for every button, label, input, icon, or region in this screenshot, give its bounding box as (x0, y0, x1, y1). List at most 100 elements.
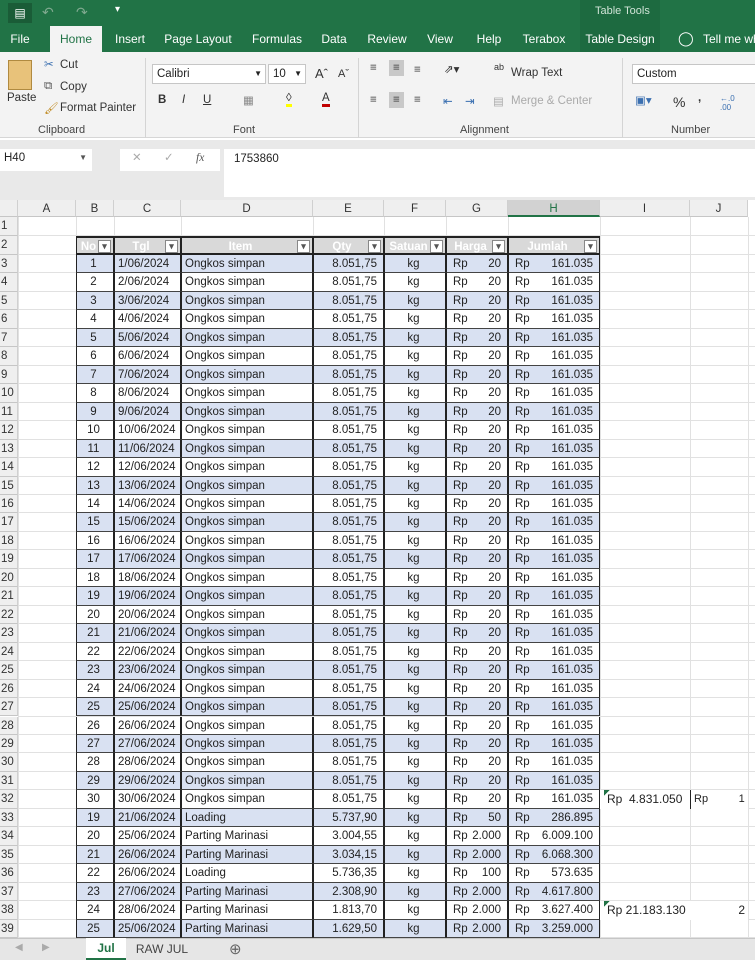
row-header[interactable]: 32 (0, 790, 18, 809)
cell-no[interactable]: 14 (76, 494, 114, 514)
row-header[interactable]: 11 (0, 402, 18, 422)
cell-tgl[interactable]: 29/06/2024 (114, 771, 181, 791)
cell-item[interactable]: Ongkos simpan (181, 790, 313, 809)
cell-no[interactable]: 20 (76, 827, 114, 846)
cell-jumlah[interactable]: Rp 161.035 (508, 513, 600, 532)
cell-qty[interactable]: 8.051,75 (313, 310, 384, 329)
save-icon[interactable]: ▤ (8, 3, 32, 23)
cell-jumlah[interactable]: Rp 161.035 (508, 734, 600, 754)
cell-jumlah[interactable]: Rp 161.035 (508, 458, 600, 477)
row-header[interactable]: 7 (0, 328, 18, 348)
accounting-format-icon[interactable]: ▣▾ (635, 93, 652, 107)
row-header[interactable]: 25 (0, 661, 18, 680)
cell-jumlah[interactable]: Rp 573.635 (508, 864, 600, 883)
cell-no[interactable]: 19 (76, 587, 114, 606)
cell-tgl[interactable]: 28/06/2024 (114, 753, 181, 772)
cell-satuan[interactable]: kg (384, 827, 446, 846)
worksheet-grid[interactable]: A B C D E F G H I J 1 2 3 4 5 6 7 8 9 10 11 12 13 14 15 16 17 18 19 2… (0, 200, 755, 938)
cell-tgl[interactable]: 6/06/2024 (114, 347, 181, 366)
row-header[interactable]: 4 (0, 273, 18, 292)
cell-qty[interactable]: 8.051,75 (313, 531, 384, 551)
row-header[interactable]: 17 (0, 513, 18, 532)
cell-harga[interactable]: Rp 2.000 (446, 845, 508, 865)
cell-item[interactable]: Ongkos simpan (181, 328, 313, 348)
cell-qty[interactable]: 1.629,50 (313, 919, 384, 938)
cell-qty[interactable]: 8.051,75 (313, 753, 384, 772)
row-header[interactable]: 1 (0, 217, 18, 236)
align-right-icon[interactable]: ≡ (414, 94, 421, 106)
cell-harga[interactable]: Rp 100 (446, 864, 508, 883)
cell-satuan[interactable]: kg (384, 901, 446, 920)
cell-tgl[interactable]: 16/06/2024 (114, 531, 181, 551)
cell-no[interactable]: 11 (76, 439, 114, 459)
cell-harga[interactable]: Rp 20 (446, 439, 508, 459)
cell-i38[interactable]: Rp 21.183.130 (600, 901, 690, 920)
cell-tgl[interactable]: 12/06/2024 (114, 458, 181, 477)
cell-harga[interactable]: Rp 20 (446, 605, 508, 625)
cell-harga[interactable]: Rp 20 (446, 568, 508, 588)
row-header[interactable]: 8 (0, 347, 18, 366)
cell-satuan[interactable]: kg (384, 661, 446, 680)
row-header[interactable]: 5 (0, 291, 18, 311)
cell-item[interactable]: Ongkos simpan (181, 365, 313, 385)
cell-satuan[interactable]: kg (384, 402, 446, 422)
row-header[interactable]: 33 (0, 808, 18, 828)
cell-tgl[interactable]: 21/06/2024 (114, 624, 181, 643)
cell-tgl[interactable]: 18/06/2024 (114, 568, 181, 588)
cell-item[interactable]: Ongkos simpan (181, 605, 313, 625)
cell-j38[interactable]: 2 (690, 901, 748, 920)
cell-no[interactable]: 10 (76, 421, 114, 440)
cell-item[interactable]: Ongkos simpan (181, 255, 313, 274)
row-header[interactable]: 39 (0, 919, 18, 938)
cell-tgl[interactable]: 24/06/2024 (114, 679, 181, 699)
cell-jumlah[interactable]: Rp 161.035 (508, 716, 600, 735)
align-middle-icon[interactable]: ≡ (389, 60, 404, 76)
cell-jumlah[interactable]: Rp 161.035 (508, 698, 600, 717)
tab-data[interactable]: Data (316, 26, 352, 52)
cell-no[interactable]: 16 (76, 531, 114, 551)
cell-satuan[interactable]: kg (384, 679, 446, 699)
cell-jumlah[interactable]: Rp 161.035 (508, 439, 600, 459)
cell-tgl[interactable]: 27/06/2024 (114, 882, 181, 902)
cell-harga[interactable]: Rp 20 (446, 753, 508, 772)
cell-harga[interactable]: Rp 20 (446, 347, 508, 366)
cell-qty[interactable]: 1.813,70 (313, 901, 384, 920)
row-header[interactable]: 28 (0, 716, 18, 735)
tab-insert[interactable]: Insert (108, 26, 152, 52)
cell-item[interactable]: Ongkos simpan (181, 624, 313, 643)
orientation-icon[interactable]: ⇗▾ (444, 62, 459, 76)
cell-harga[interactable]: Rp 20 (446, 698, 508, 717)
cell-qty[interactable]: 8.051,75 (313, 550, 384, 569)
wrap-text-button[interactable]: Wrap Text (511, 67, 562, 79)
percent-button[interactable]: % (673, 94, 685, 110)
cell-item[interactable]: Ongkos simpan (181, 273, 313, 292)
scroll-right-icon[interactable]: ▶ (42, 942, 50, 953)
cell-harga[interactable]: Rp 2.000 (446, 901, 508, 920)
cell-j32[interactable]: Rp 1 (690, 790, 748, 809)
tab-terabox[interactable]: Terabox (516, 26, 572, 52)
cell-no[interactable]: 20 (76, 605, 114, 625)
cell-tgl[interactable]: 28/06/2024 (114, 901, 181, 920)
cell-satuan[interactable]: kg (384, 716, 446, 735)
cell-satuan[interactable]: kg (384, 845, 446, 865)
undo-icon[interactable]: ↶ (42, 4, 54, 21)
name-box[interactable]: H40 ▼ (0, 149, 92, 171)
cell-item[interactable]: Loading (181, 864, 313, 883)
cell-no[interactable]: 9 (76, 402, 114, 422)
cell-item[interactable]: Ongkos simpan (181, 421, 313, 440)
cell-harga[interactable]: Rp 20 (446, 642, 508, 662)
cell-item[interactable]: Ongkos simpan (181, 531, 313, 551)
cell-qty[interactable]: 8.051,75 (313, 347, 384, 366)
cell-tgl[interactable]: 17/06/2024 (114, 550, 181, 569)
cell-harga[interactable]: Rp 20 (446, 734, 508, 754)
cell-jumlah[interactable]: Rp 161.035 (508, 642, 600, 662)
cell-satuan[interactable]: kg (384, 273, 446, 292)
column-header-h[interactable]: H (508, 200, 600, 217)
cell-qty[interactable]: 8.051,75 (313, 587, 384, 606)
cell-tgl[interactable]: 19/06/2024 (114, 587, 181, 606)
cell-no[interactable]: 24 (76, 679, 114, 699)
fill-color-icon[interactable]: ◊ (286, 92, 292, 107)
cell-jumlah[interactable]: Rp 286.895 (508, 808, 600, 828)
align-top-icon[interactable]: ≡ (370, 62, 377, 74)
cell-item[interactable]: Ongkos simpan (181, 679, 313, 699)
